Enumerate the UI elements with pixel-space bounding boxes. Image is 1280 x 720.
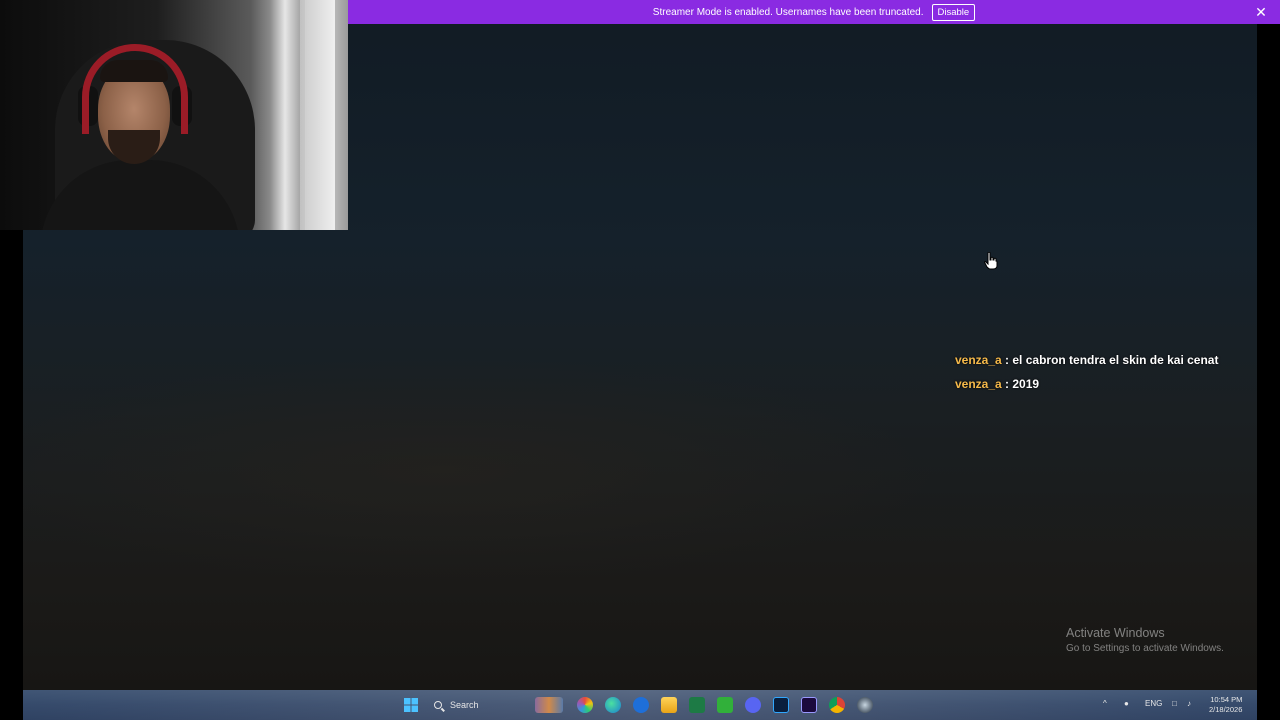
windows-start-icon[interactable] [403, 697, 419, 713]
photoshop-icon[interactable] [773, 697, 789, 713]
right-letterbox [1257, 0, 1280, 720]
chat-username: venza_a [955, 353, 1002, 367]
game-thumbnail-icon[interactable] [535, 697, 563, 713]
webcam-overlay [0, 0, 348, 230]
chat-message: venza_a : 2019 [955, 377, 1218, 401]
paint-icon[interactable] [577, 697, 593, 713]
disable-streamer-mode-button[interactable]: Disable [931, 3, 976, 21]
chat-message: venza_a : el cabron tendra el skin de ka… [955, 353, 1218, 377]
file-explorer-icon[interactable] [661, 697, 677, 713]
edge-icon[interactable] [605, 697, 621, 713]
clock-time: 10:54 PM [1210, 695, 1243, 704]
network-icon[interactable]: □ [1172, 699, 1177, 708]
chat-text: : el cabron tendra el skin de kai cenat [1005, 353, 1219, 367]
chat-username: venza_a [955, 377, 1002, 391]
streamer-mode-banner: Streamer Mode is enabled. Usernames have… [348, 0, 1280, 24]
clock-date: 2/18/2026 [1209, 705, 1243, 714]
chat-overlay: venza_a : el cabron tendra el skin de ka… [955, 353, 1218, 401]
taskbar-search[interactable]: Search [434, 698, 479, 712]
search-label: Search [450, 700, 479, 710]
activate-windows-title: Activate Windows [1066, 626, 1165, 640]
excel-icon[interactable] [689, 697, 705, 713]
activate-windows-subtitle: Go to Settings to activate Windows. [1066, 643, 1224, 654]
volume-icon[interactable]: ♪ [1187, 699, 1191, 708]
language-indicator[interactable]: ENG [1145, 699, 1162, 708]
premiere-icon[interactable] [801, 697, 817, 713]
close-icon[interactable]: ✕ [1255, 5, 1267, 19]
taskbar-clock[interactable]: 10:54 PM 2/18/2026 [1209, 695, 1242, 715]
activate-windows-watermark: Activate Windows Go to Settings to activ… [1066, 626, 1224, 654]
steam-icon[interactable] [857, 697, 873, 713]
webcam-door [305, 0, 335, 230]
tray-chevron-up-icon[interactable]: ^ [1103, 699, 1107, 708]
chrome-icon[interactable] [829, 697, 845, 713]
streamer-mode-message: Streamer Mode is enabled. Usernames have… [652, 6, 924, 18]
xbox-icon[interactable] [717, 697, 733, 713]
search-icon [434, 701, 442, 709]
chat-text: : 2019 [1005, 377, 1040, 391]
windows-taskbar: Search ^ ● ENG □ ♪ 10:54 PM 2/18/2026 [23, 690, 1257, 720]
webcam-curtain [270, 0, 300, 230]
hand-cursor-icon [984, 252, 998, 270]
microphone-icon[interactable]: ● [1124, 699, 1129, 708]
discord-icon[interactable] [745, 697, 761, 713]
app-blue-icon[interactable] [633, 697, 649, 713]
